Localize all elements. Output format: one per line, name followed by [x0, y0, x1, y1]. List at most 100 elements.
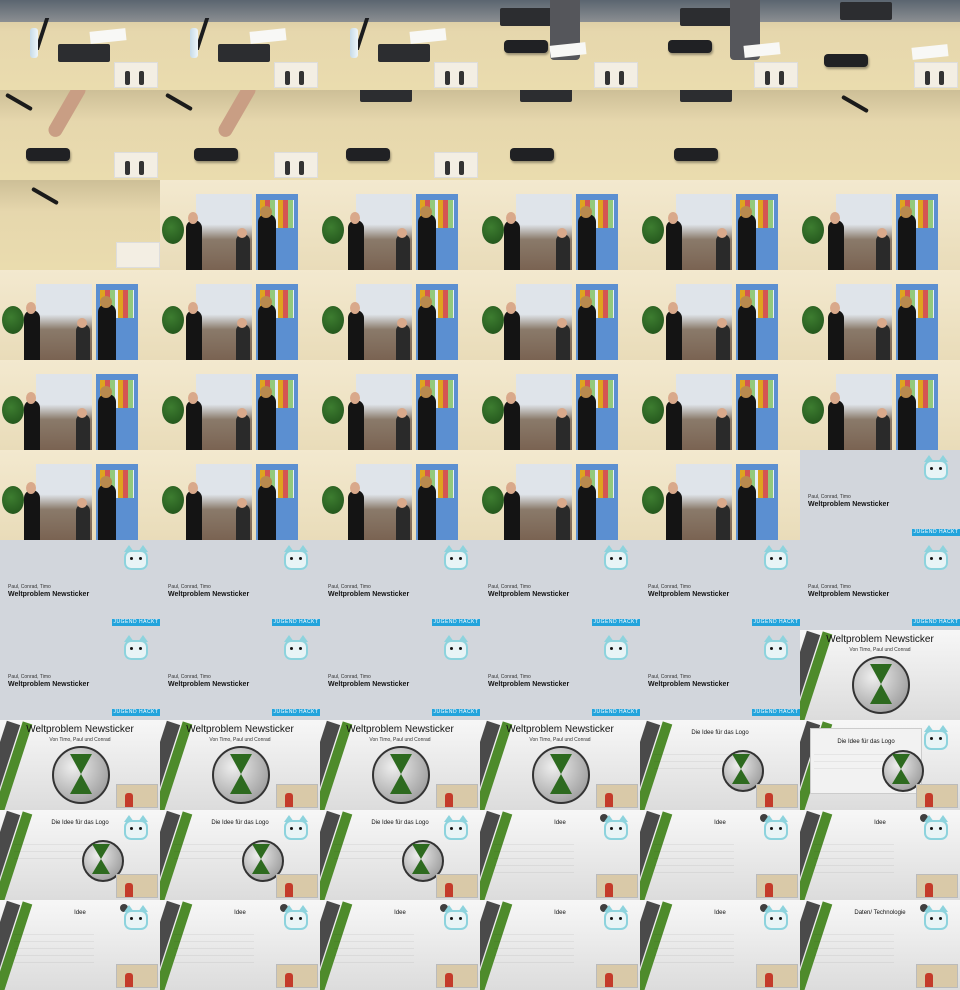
bullet-line — [334, 935, 414, 942]
hourglass-bottom — [230, 774, 252, 794]
bullet-list — [654, 928, 734, 963]
video-frame: Idee — [800, 810, 960, 900]
video-frame — [640, 270, 800, 360]
video-frame: Paul, Conrad, Timo Weltproblem Newsticker… — [320, 540, 480, 630]
participant-hair — [420, 386, 432, 398]
presenter-names: Paul, Conrad, Timo — [328, 674, 371, 680]
bullet-line — [654, 845, 734, 852]
bullet-line — [494, 838, 574, 845]
host-head — [830, 212, 840, 224]
host-head — [830, 302, 840, 314]
video-frame: Paul, Conrad, Timo Weltproblem Newsticker… — [640, 540, 800, 630]
bullet-line — [494, 942, 574, 949]
project-title: Weltproblem Newsticker — [8, 591, 90, 598]
participant-hair — [900, 296, 912, 308]
project-title: Weltproblem Newsticker — [808, 591, 890, 598]
speaker — [939, 71, 944, 85]
video-frame — [0, 0, 160, 90]
participant-head — [557, 498, 567, 508]
project-title: Weltproblem Newsticker — [648, 591, 730, 598]
video-frame — [160, 270, 320, 360]
eye-icon — [130, 917, 133, 920]
participant — [418, 214, 436, 270]
paper-sheet — [549, 42, 587, 58]
laptop — [520, 90, 572, 102]
mascot-icon — [604, 815, 628, 840]
host-head — [668, 392, 678, 404]
bullet-line — [174, 942, 254, 949]
participant — [876, 234, 890, 270]
mascot-icon — [924, 815, 948, 840]
bullet-line — [654, 866, 734, 873]
phone — [824, 54, 868, 67]
bullet-line — [814, 838, 894, 845]
plant — [802, 306, 824, 334]
bullet-line — [174, 838, 254, 845]
host-head — [506, 392, 516, 404]
eye-icon — [450, 647, 453, 650]
speaker-camera — [916, 964, 958, 988]
plant — [802, 396, 824, 424]
video-frame: Die Idee für das Logo — [640, 720, 800, 810]
speaker — [285, 161, 290, 175]
eye-icon — [939, 737, 942, 740]
mascot-icon — [444, 635, 468, 660]
hourglass-top — [252, 844, 270, 859]
eye-icon — [130, 557, 133, 560]
speaker — [125, 161, 130, 175]
plant — [162, 396, 184, 424]
slide-subtitle: Von Timo, Paul und Conrad — [209, 737, 271, 743]
participant — [236, 414, 250, 450]
speaker — [925, 71, 930, 85]
speaker — [139, 161, 144, 175]
phone — [668, 40, 712, 53]
paper-sheet — [409, 28, 447, 44]
video-frame — [320, 360, 480, 450]
bullet-line — [654, 956, 734, 963]
video-frame — [0, 360, 160, 450]
video-frame — [0, 270, 160, 360]
video-frame — [480, 90, 640, 180]
slide-heading: Die Idee für das Logo — [691, 730, 749, 736]
bullet-line — [334, 845, 414, 852]
phone — [510, 148, 554, 161]
eye-icon — [450, 557, 453, 560]
mascot-icon — [764, 635, 788, 660]
project-title: Weltproblem Newsticker — [808, 501, 890, 508]
project-title: Weltproblem Newsticker — [488, 681, 570, 688]
bullet-line — [14, 838, 94, 845]
bullet-line — [174, 949, 254, 956]
hourglass-bottom — [870, 684, 892, 704]
eye-icon — [939, 557, 942, 560]
video-frame — [480, 270, 640, 360]
paper-sheet — [249, 28, 287, 44]
video-frame — [800, 270, 960, 360]
bullet-line — [334, 949, 414, 956]
picture-in-picture — [754, 62, 798, 88]
participant-head — [397, 318, 407, 328]
participant-hair — [420, 206, 432, 218]
host-head — [506, 482, 516, 494]
bullet-line — [494, 852, 574, 859]
hourglass-top — [92, 844, 110, 859]
picture-in-picture — [114, 62, 158, 88]
project-title: Weltproblem Newsticker — [488, 591, 570, 598]
presenter-names: Paul, Conrad, Timo — [488, 584, 531, 590]
eye-icon — [779, 647, 782, 650]
hourglass-bottom — [390, 774, 412, 794]
slide-subtitle: Von Timo, Paul und Conrad — [529, 737, 591, 743]
speaker-camera — [596, 784, 638, 808]
cable — [31, 186, 59, 206]
bullet-line — [654, 755, 734, 762]
jugend-hackt-logo: JUGEND HACKT — [912, 529, 960, 536]
video-frame — [480, 450, 640, 540]
participant-head — [237, 228, 247, 238]
video-frame: Idee — [480, 900, 640, 990]
video-frame — [640, 90, 800, 180]
video-frame — [480, 180, 640, 270]
picture-in-picture — [274, 62, 318, 88]
participant — [98, 394, 116, 450]
speaker — [299, 71, 304, 85]
participant-hair — [260, 476, 272, 488]
eye-icon — [139, 647, 142, 650]
